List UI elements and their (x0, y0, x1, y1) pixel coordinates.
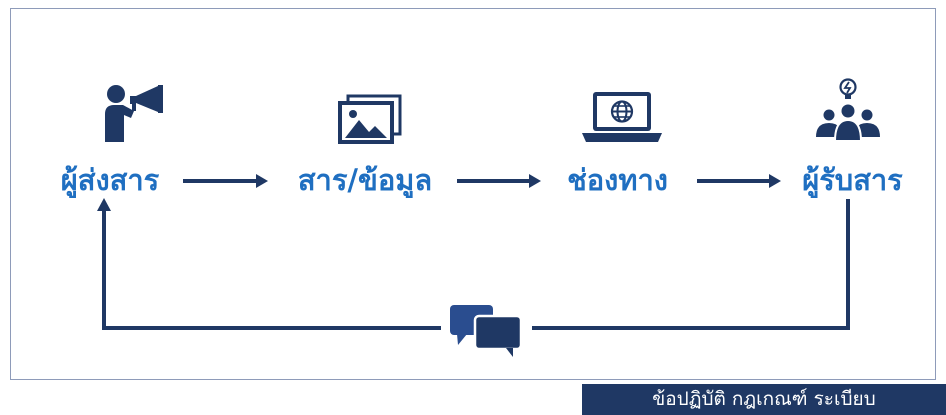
audience-lightbulb-icon (814, 77, 882, 141)
node-label-message: สาร/ข้อมูล (297, 163, 433, 197)
chat-bubbles-icon (449, 304, 523, 358)
pictures-icon (338, 94, 402, 144)
node-label-channel: ช่องทาง (567, 163, 668, 197)
laptop-globe-icon (582, 92, 662, 142)
footer-banner: ข้อปฏิบัติ กฎเกณฑ์ ระเบียบ (582, 384, 946, 415)
node-label-sender: ผู้ส่งสาร (60, 163, 160, 197)
node-label-receiver: ผู้รับสาร (802, 163, 903, 197)
footer-text: ข้อปฏิบัติ กฎเกณฑ์ ระเบียบ (652, 388, 876, 410)
megaphone-person-icon (104, 84, 166, 142)
communication-process-diagram: ผู้ส่งสาร สาร/ข้อมูล ช่องทาง ผู้รับสาร ข… (0, 0, 946, 415)
